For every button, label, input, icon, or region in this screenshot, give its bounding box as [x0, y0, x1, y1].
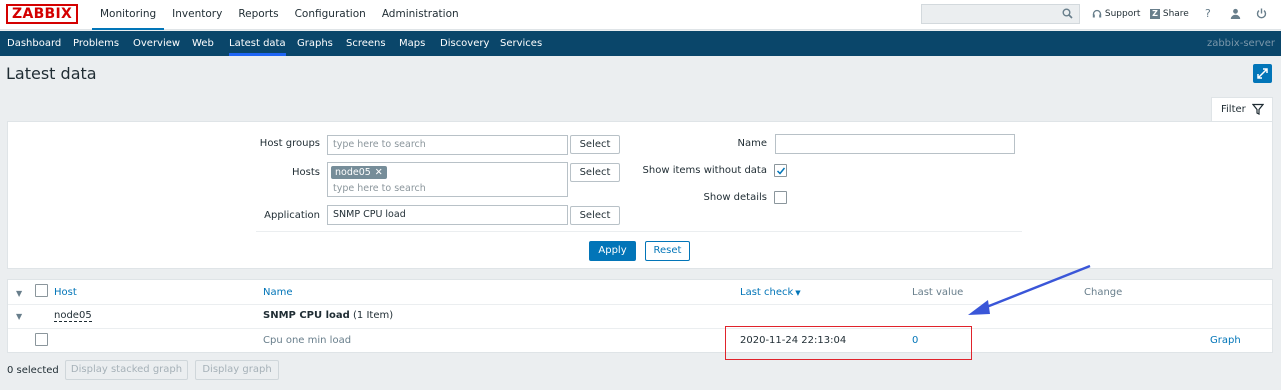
- server-name: zabbix-server: [1206, 38, 1275, 49]
- item-graph-link[interactable]: Graph: [1210, 335, 1241, 346]
- share-label: Share: [1162, 9, 1189, 19]
- hosts-placeholder: type here to search: [333, 183, 426, 194]
- select-all-checkbox[interactable]: [35, 284, 48, 297]
- submenu-maps[interactable]: Maps: [399, 31, 425, 56]
- host-name-link[interactable]: node05: [54, 310, 92, 322]
- application-item-count: (1 Item): [353, 310, 394, 321]
- checkmark-icon: [776, 167, 786, 175]
- item-name: Cpu one min load: [263, 335, 352, 346]
- annotation-highlight-box: [725, 326, 972, 360]
- sub-menu: Dashboard Problems Overview Web Latest d…: [0, 31, 1281, 56]
- name-input[interactable]: [775, 134, 1015, 154]
- fullscreen-button[interactable]: [1253, 64, 1272, 83]
- support-link[interactable]: Support: [1092, 0, 1140, 30]
- show-without-data-label: Show items without data: [642, 165, 767, 176]
- filter-tab-label: Filter: [1221, 104, 1246, 115]
- selected-count: 0 selected: [7, 365, 59, 376]
- last-check-header-label: Last check: [740, 287, 794, 298]
- table-row: Cpu one min load 2020-11-24 22:13:04 0 G…: [8, 328, 1272, 352]
- show-without-data-checkbox[interactable]: [774, 164, 787, 177]
- annotation-arrow-icon: [968, 264, 1091, 315]
- submenu-screens[interactable]: Screens: [346, 31, 386, 56]
- application-group: SNMP CPU load (1 Item): [263, 310, 393, 321]
- filter-tab[interactable]: Filter: [1211, 97, 1273, 122]
- filter-icon: [1252, 103, 1264, 115]
- submenu-dashboard[interactable]: Dashboard: [7, 31, 61, 56]
- power-icon: [1256, 8, 1267, 19]
- fullscreen-icon: [1257, 68, 1268, 79]
- host-column-header[interactable]: Host: [54, 287, 77, 298]
- submenu-discovery[interactable]: Discovery: [440, 31, 489, 56]
- menu-monitoring[interactable]: Monitoring: [92, 0, 165, 30]
- collapse-host-icon[interactable]: ▼: [16, 312, 22, 321]
- hosts-select-button[interactable]: Select: [570, 163, 620, 182]
- last-value-column-header: Last value: [912, 287, 964, 298]
- remove-chip-icon[interactable]: ✕: [375, 167, 383, 178]
- submenu-web[interactable]: Web: [192, 31, 214, 56]
- sign-out-button[interactable]: [1256, 0, 1267, 30]
- filter-panel: Host groups type here to search Select H…: [7, 121, 1273, 269]
- submenu-problems[interactable]: Problems: [73, 31, 119, 56]
- headset-icon: [1092, 9, 1102, 19]
- help-button[interactable]: ?: [1205, 0, 1211, 30]
- sort-desc-icon: ▼: [795, 289, 801, 297]
- menu-inventory[interactable]: Inventory: [164, 0, 230, 30]
- show-details-label: Show details: [703, 192, 767, 203]
- submenu-overview[interactable]: Overview: [133, 31, 180, 56]
- global-search-input[interactable]: [921, 4, 1080, 24]
- filter-divider: [256, 231, 1022, 232]
- show-details-checkbox[interactable]: [774, 191, 787, 204]
- collapse-all-icon[interactable]: ▼: [16, 289, 22, 298]
- hosts-input[interactable]: node05 ✕ type here to search: [327, 162, 568, 197]
- host-groups-label: Host groups: [259, 138, 320, 149]
- submenu-services[interactable]: Services: [500, 31, 542, 56]
- search-icon[interactable]: [1062, 8, 1073, 22]
- top-bar: ZABBIX Monitoring Inventory Reports Conf…: [0, 0, 1281, 30]
- last-check-column-header[interactable]: Last check ▼: [740, 287, 801, 298]
- row-checkbox[interactable]: [35, 333, 48, 346]
- reset-button[interactable]: Reset: [645, 241, 690, 261]
- host-groups-input[interactable]: type here to search: [327, 135, 568, 155]
- support-label: Support: [1104, 9, 1141, 19]
- share-link[interactable]: Z Share: [1150, 0, 1189, 30]
- display-graph-button[interactable]: Display graph: [195, 360, 279, 380]
- page-title: Latest data: [6, 64, 97, 83]
- user-icon: [1230, 8, 1241, 19]
- menu-reports[interactable]: Reports: [230, 0, 286, 30]
- submenu-graphs[interactable]: Graphs: [297, 31, 333, 56]
- share-badge-icon: Z: [1150, 9, 1160, 19]
- application-label: Application: [264, 210, 320, 221]
- apply-button[interactable]: Apply: [589, 241, 636, 261]
- menu-administration[interactable]: Administration: [374, 0, 467, 30]
- zabbix-logo[interactable]: ZABBIX: [6, 4, 79, 24]
- application-name: SNMP CPU load: [263, 310, 350, 321]
- hosts-label: Hosts: [292, 167, 320, 178]
- name-label: Name: [737, 138, 767, 149]
- submenu-latest-data[interactable]: Latest data: [229, 31, 286, 56]
- host-chip-label: node05: [335, 167, 371, 178]
- host-groups-select-button[interactable]: Select: [570, 135, 620, 154]
- host-chip[interactable]: node05 ✕: [331, 166, 387, 179]
- main-menu: Monitoring Inventory Reports Configurati…: [92, 0, 467, 30]
- name-column-header[interactable]: Name: [263, 287, 293, 298]
- application-select-button[interactable]: Select: [570, 206, 620, 225]
- footer-bar: 0 selected Display stacked graph Display…: [0, 360, 1281, 382]
- application-input[interactable]: SNMP CPU load: [327, 205, 568, 225]
- menu-configuration[interactable]: Configuration: [287, 0, 374, 30]
- display-stacked-graph-button[interactable]: Display stacked graph: [65, 360, 188, 380]
- user-profile-button[interactable]: [1230, 0, 1241, 30]
